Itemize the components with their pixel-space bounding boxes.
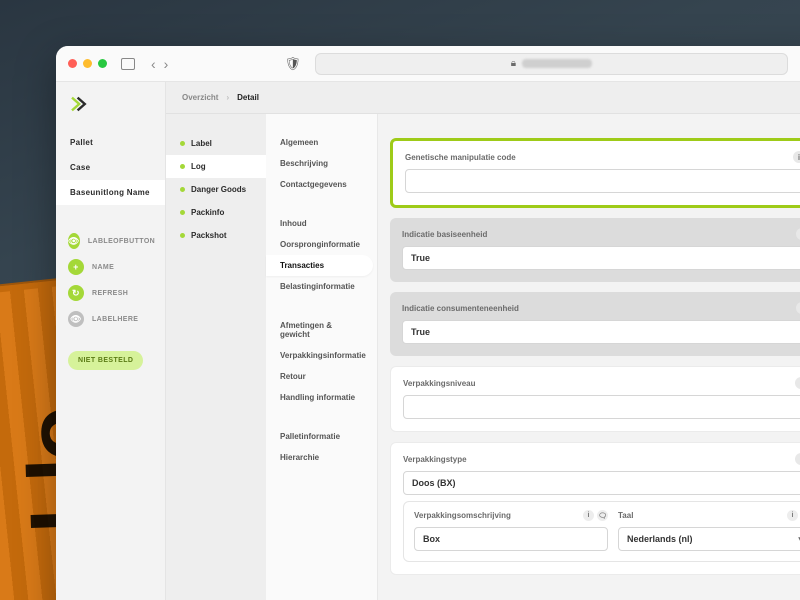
browser-titlebar: ‹ › 🛡︎ 🔒︎ ↻ <box>56 46 800 82</box>
nav-transacties[interactable]: Transacties <box>266 255 373 276</box>
comment-icon[interactable]: 🗨︎ <box>597 510 608 521</box>
info-icon[interactable]: i <box>795 377 800 389</box>
order-status-pill: NIET BESTELD <box>68 351 143 370</box>
plus-icon: + <box>68 259 84 275</box>
field-label: Taal <box>618 511 633 520</box>
bullet-icon <box>180 187 185 192</box>
bullet-icon <box>180 164 185 169</box>
url-text <box>522 59 592 68</box>
tab-label[interactable]: Label <box>166 132 266 155</box>
pack-level-select[interactable]: ▾ <box>403 395 800 419</box>
eye-icon: 👁︎ <box>68 233 80 249</box>
sidebar-toggle-icon[interactable] <box>121 58 135 70</box>
category-label: Baseunitlong Name <box>70 188 150 197</box>
browser-forward-button[interactable]: › <box>164 56 169 72</box>
breadcrumb-current: Detail <box>237 93 259 102</box>
nav-verpakkingsinformatie[interactable]: Verpakkingsinformatie <box>266 345 377 366</box>
bullet-icon <box>180 210 185 215</box>
nav-retour[interactable]: Retour <box>266 366 377 387</box>
gen-code-select[interactable]: ▾ <box>405 169 800 193</box>
browser-url-bar[interactable]: 🔒︎ <box>315 53 788 75</box>
info-icon[interactable]: i <box>787 510 798 521</box>
nav-palletinformatie[interactable]: Palletinformatie <box>266 426 377 447</box>
field-label: Verpakkingsniveau <box>403 379 475 388</box>
category-baseunit[interactable]: Baseunitlong Name <box>56 180 165 205</box>
nav-beschrijving[interactable]: Beschrijving <box>266 153 377 174</box>
nav-afmetingen-gewicht[interactable]: Afmetingen & gewicht <box>266 315 377 345</box>
ind-base-select[interactable]: True ▾ <box>402 246 800 270</box>
category-case[interactable]: Case <box>56 155 165 180</box>
nav-hierarchie[interactable]: Hierarchie <box>266 447 377 468</box>
card-pack-level: Verpakkingsniveau i🗨︎ ▾ <box>390 366 800 432</box>
info-icon[interactable]: i <box>796 302 800 314</box>
nav-handling-informatie[interactable]: Handling informatie <box>266 387 377 408</box>
nav-algemeen[interactable]: Algemeen <box>266 132 377 153</box>
card-gen-code: Genetische manipulatie code i🗨︎ ▾ <box>390 138 800 208</box>
info-icon[interactable]: i <box>795 453 800 465</box>
section-nav: Algemeen Beschrijving Contactgegevens In… <box>266 114 378 600</box>
status-labelofbutton[interactable]: 👁︎LABLEOFBUTTON <box>68 233 153 249</box>
bullet-icon <box>180 141 185 146</box>
tab-sidebar: Label Log Danger Goods Packinfo Packshot <box>166 114 266 600</box>
nav-contactgegevens[interactable]: Contactgegevens <box>266 174 377 195</box>
select-value: True <box>411 327 430 337</box>
sub-desc-lang: Verpakkingsomschrijving i🗨︎ Box <box>403 501 800 562</box>
tab-packinfo[interactable]: Packinfo <box>166 201 266 224</box>
category-label: Case <box>70 163 90 172</box>
nav-oorspronginformatie[interactable]: Oorspronginformatie <box>266 234 377 255</box>
card-ind-cons: Indicatie consumenteneenheid i🗨︎ True ▾ <box>390 292 800 356</box>
field-label: Indicatie consumenteneenheid <box>402 304 519 313</box>
tab-log[interactable]: Log <box>166 155 266 178</box>
lang-select[interactable]: Nederlands (nl) ▾ <box>618 527 800 551</box>
info-icon[interactable]: i <box>793 151 800 163</box>
window-close-button[interactable] <box>68 59 77 68</box>
nav-belastinginformatie[interactable]: Belastinginformatie <box>266 276 377 297</box>
window-zoom-button[interactable] <box>98 59 107 68</box>
pack-type-select[interactable]: Doos (BX) ▾ <box>403 471 800 495</box>
card-ind-base: Indicatie basiseenheid i🗨︎ True ▾ <box>390 218 800 282</box>
eye-icon: 👁︎ <box>68 311 84 327</box>
tab-packshot[interactable]: Packshot <box>166 224 266 247</box>
status-refresh[interactable]: ↻REFRESH <box>68 285 153 301</box>
form-main: Genetische manipulatie code i🗨︎ ▾ Indica… <box>378 114 800 600</box>
breadcrumb: Overzicht › Detail <box>166 82 800 114</box>
input-value: Box <box>423 534 440 544</box>
field-label: Genetische manipulatie code <box>405 153 516 162</box>
select-value: True <box>411 253 430 263</box>
nav-inhoud[interactable]: Inhoud <box>266 213 377 234</box>
refresh-icon: ↻ <box>68 285 84 301</box>
info-icon[interactable]: i <box>796 228 800 240</box>
chevron-right-icon: › <box>226 93 229 102</box>
status-labelhere[interactable]: 👁︎LABELHERE <box>68 311 153 327</box>
status-name[interactable]: +NAME <box>68 259 153 275</box>
category-pallet[interactable]: Pallet <box>56 130 165 155</box>
window-minimize-button[interactable] <box>83 59 92 68</box>
breadcrumb-root[interactable]: Overzicht <box>182 93 218 102</box>
info-icon[interactable]: i <box>583 510 594 521</box>
app-logo <box>56 86 165 130</box>
field-label: Indicatie basiseenheid <box>402 230 487 239</box>
card-pack-type: Verpakkingstype i🗨︎ Doos (BX) ▾ V <box>390 442 800 575</box>
field-label: Verpakkingstype <box>403 455 467 464</box>
category-label: Pallet <box>70 138 93 147</box>
field-label: Verpakkingsomschrijving <box>414 511 511 520</box>
bullet-icon <box>180 233 185 238</box>
privacy-shield-icon[interactable]: 🛡︎ <box>284 56 301 72</box>
select-value: Nederlands (nl) <box>627 534 693 544</box>
pack-desc-input[interactable]: Box <box>414 527 608 551</box>
lock-icon: 🔒︎ <box>511 58 516 69</box>
category-sidebar: Pallet Case Baseunitlong Name 👁︎LABLEOFB… <box>56 82 166 600</box>
select-value: Doos (BX) <box>412 478 456 488</box>
ind-cons-select[interactable]: True ▾ <box>402 320 800 344</box>
browser-back-button[interactable]: ‹ <box>151 56 156 72</box>
tab-danger-goods[interactable]: Danger Goods <box>166 178 266 201</box>
